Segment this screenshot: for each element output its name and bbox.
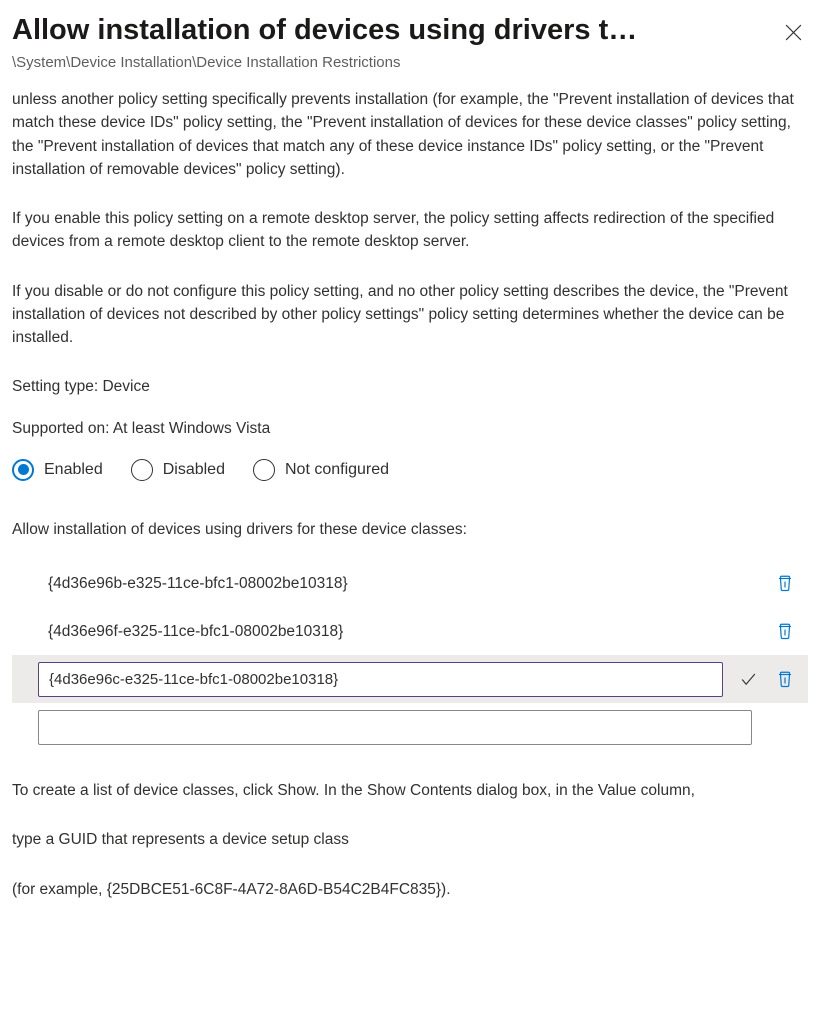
trash-icon	[776, 574, 794, 592]
radio-icon	[12, 459, 34, 481]
footer-paragraph: To create a list of device classes, clic…	[12, 779, 808, 802]
delete-item-button[interactable]	[770, 664, 800, 694]
description-paragraph: unless another policy setting specifical…	[12, 88, 808, 181]
delete-item-button[interactable]	[770, 568, 800, 598]
edit-item-input[interactable]	[38, 662, 723, 697]
check-icon	[739, 670, 758, 689]
list-label: Allow installation of devices using driv…	[12, 518, 808, 541]
trash-icon	[776, 622, 794, 640]
radio-icon	[253, 459, 275, 481]
delete-item-button[interactable]	[770, 616, 800, 646]
list-item-text: {4d36e96b-e325-11ce-bfc1-08002be10318}	[48, 572, 770, 595]
list-item-text: {4d36e96f-e325-11ce-bfc1-08002be10318}	[48, 620, 770, 643]
radio-icon	[131, 459, 153, 481]
close-button[interactable]	[779, 18, 808, 47]
description-paragraph: If you disable or do not configure this …	[12, 280, 808, 350]
setting-type-label: Setting type: Device	[12, 375, 808, 398]
close-icon	[785, 24, 802, 41]
breadcrumb: \System\Device Installation\Device Insta…	[12, 52, 808, 75]
confirm-edit-button[interactable]	[733, 664, 764, 695]
list-item-editing	[12, 655, 808, 703]
page-title: Allow installation of devices using driv…	[12, 12, 779, 50]
footer-paragraph: type a GUID that represents a device set…	[12, 828, 808, 851]
list-item: {4d36e96f-e325-11ce-bfc1-08002be10318}	[12, 607, 808, 655]
list-item: {4d36e96b-e325-11ce-bfc1-08002be10318}	[12, 559, 808, 607]
description-paragraph: If you enable this policy setting on a r…	[12, 207, 808, 254]
radio-not-configured[interactable]: Not configured	[253, 458, 389, 482]
radio-disabled[interactable]: Disabled	[131, 458, 225, 482]
supported-on-label: Supported on: At least Windows Vista	[12, 417, 808, 440]
footer-paragraph: (for example, {25DBCE51-6C8F-4A72-8A6D-B…	[12, 878, 808, 901]
radio-enabled[interactable]: Enabled	[12, 458, 103, 482]
radio-label: Disabled	[163, 458, 225, 482]
new-item-input[interactable]	[38, 710, 752, 745]
list-item-new	[12, 703, 808, 751]
radio-label: Enabled	[44, 458, 103, 482]
trash-icon	[776, 670, 794, 688]
radio-label: Not configured	[285, 458, 389, 482]
